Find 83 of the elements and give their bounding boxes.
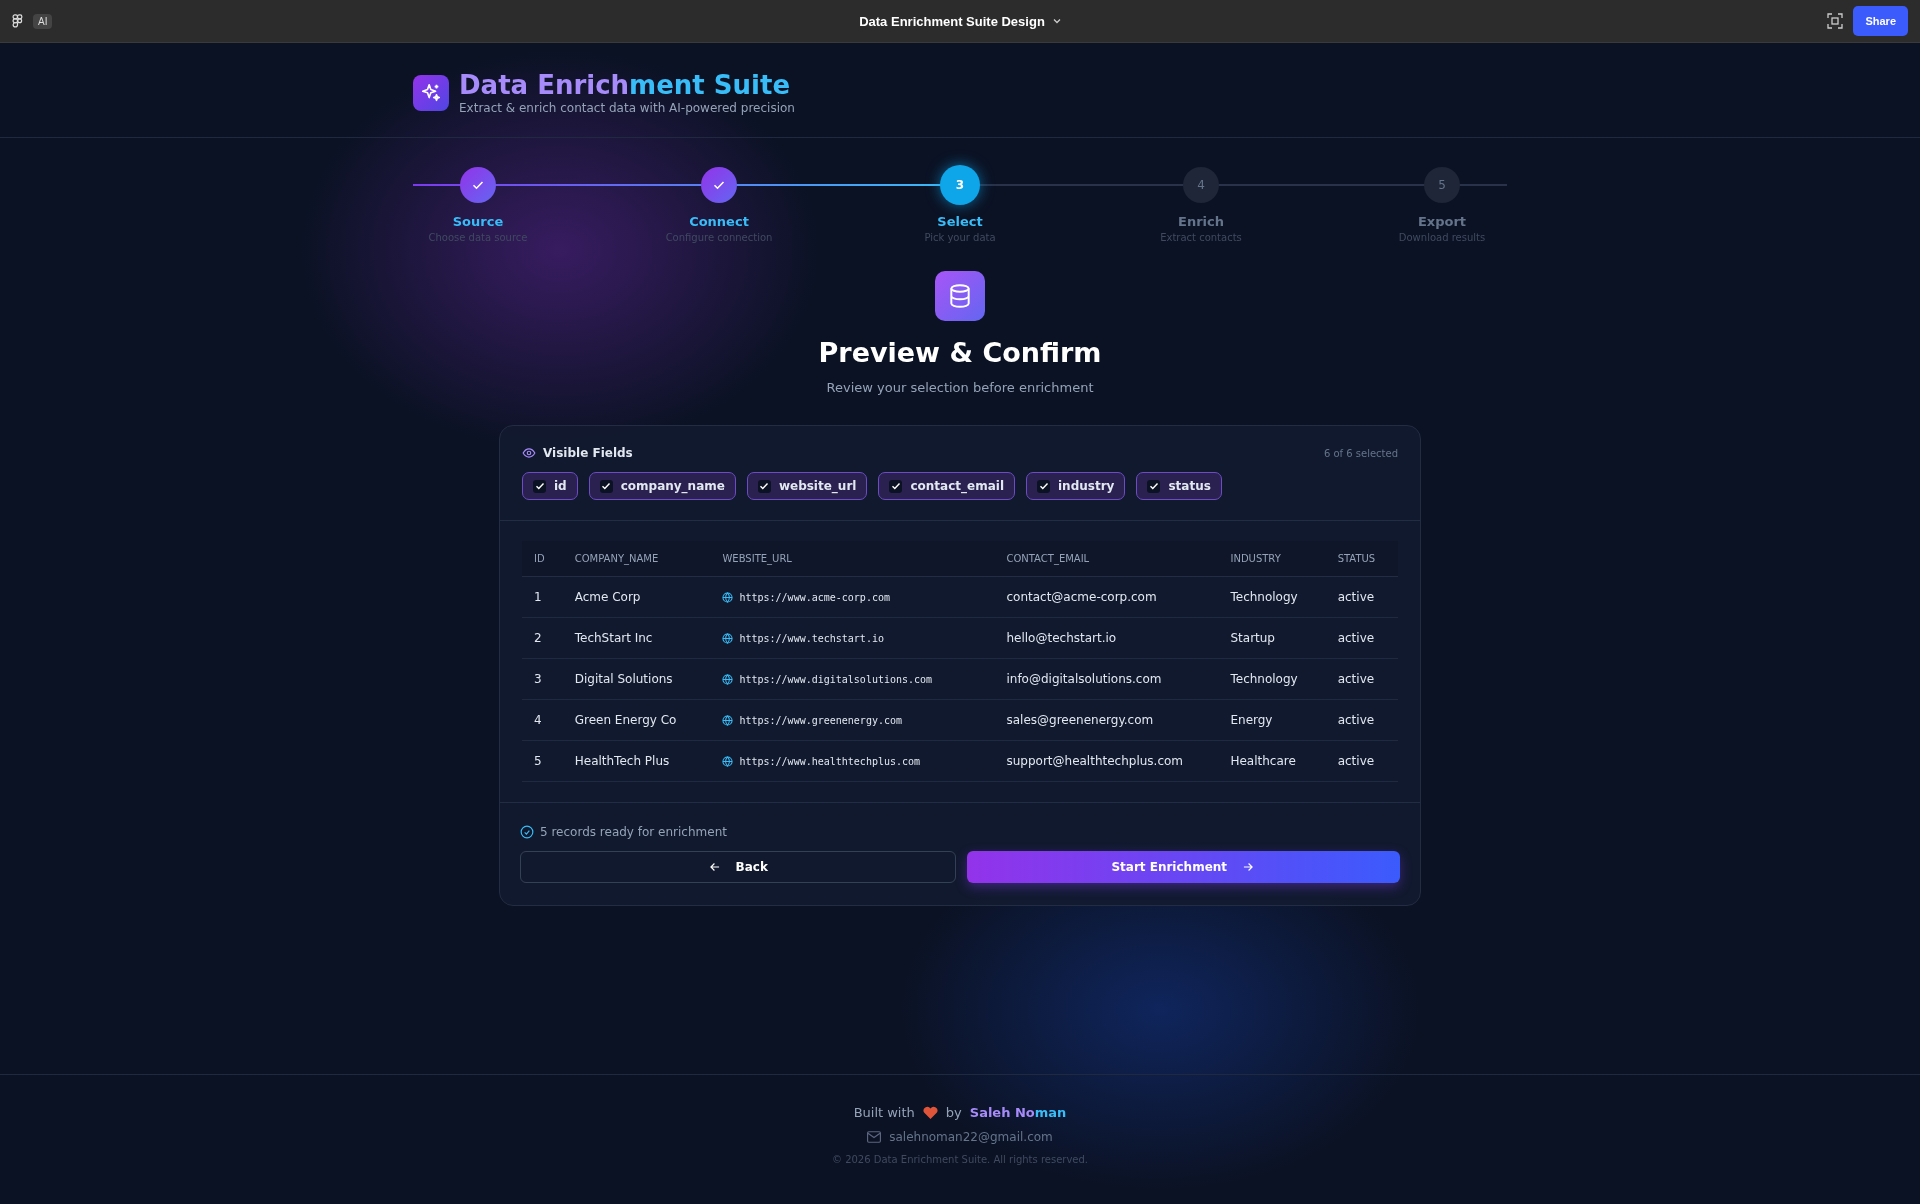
table-cell: HealthTech Plus	[574, 754, 670, 768]
table-cell: active	[1337, 754, 1375, 768]
table-cell: Technology	[1230, 672, 1298, 686]
table-cell: Technology	[1230, 590, 1298, 604]
mail-icon	[867, 1131, 882, 1143]
step-label: Select	[937, 214, 983, 229]
database-icon	[935, 271, 985, 321]
table-cell: https://www.acme-corp.com	[739, 591, 890, 603]
ai-badge[interactable]: AI	[33, 13, 53, 29]
table-cell: contact@acme-corp.com	[1006, 590, 1157, 604]
file-title-menu[interactable]: Data Enrichment Suite Design	[853, 12, 1067, 30]
table-cell: Energy	[1230, 713, 1273, 727]
scan-icon[interactable]	[1827, 13, 1844, 29]
table-cell: sales@greenenergy.com	[1006, 713, 1154, 727]
table-cell: 4	[534, 713, 542, 727]
column-header: STATUS	[1325, 541, 1398, 577]
status-message: 5 records ready for enrichment	[540, 825, 727, 839]
back-button[interactable]: Back	[520, 851, 956, 883]
globe-icon	[722, 714, 734, 726]
table-cell: info@digitalsolutions.com	[1006, 672, 1162, 686]
table-cell: Healthcare	[1230, 754, 1296, 768]
page-subheading: Review your selection before enrichment	[826, 380, 1094, 395]
heart-icon	[922, 1106, 938, 1119]
step-indicator[interactable]	[460, 167, 496, 203]
table-cell: 2	[534, 631, 542, 645]
step-label: Export	[1417, 214, 1467, 229]
step-indicator[interactable]	[701, 167, 737, 203]
table-cell: active	[1337, 713, 1375, 727]
credit-text: Built with	[853, 1105, 915, 1120]
table-cell: Digital Solutions	[574, 672, 673, 686]
step-description: Download results	[1398, 232, 1486, 243]
section-title: Visible Fields	[543, 446, 633, 460]
check-circle-icon	[520, 825, 534, 839]
table-cell: 3	[534, 672, 542, 686]
globe-icon	[722, 673, 734, 685]
figma-logo-icon[interactable]	[12, 14, 23, 28]
table-cell: https://www.healthtechplus.com	[739, 755, 921, 767]
globe-icon	[722, 632, 734, 644]
field-toggle[interactable]: website_url	[746, 472, 868, 500]
table-cell: 5	[534, 754, 542, 768]
sparkles-logo-icon	[413, 74, 449, 111]
table-cell: active	[1337, 672, 1375, 686]
table-cell: https://www.greenenergy.com	[739, 714, 902, 726]
author-link[interactable]: Saleh Noman	[969, 1105, 1067, 1120]
table-cell: TechStart Inc	[574, 631, 653, 645]
share-button[interactable]: Share	[1853, 6, 1908, 36]
globe-icon	[722, 755, 734, 767]
table-cell: Green Energy Co	[574, 713, 677, 727]
field-toggle[interactable]: company_name	[588, 472, 736, 500]
copyright-text: © 2026 Data Enrichment Suite. All rights reserved.	[831, 1154, 1088, 1165]
field-toggle[interactable]: status	[1136, 472, 1222, 500]
column-header: ID	[522, 541, 563, 577]
step-label: Connect	[689, 214, 749, 229]
start-enrichment-button[interactable]: Start Enrichment	[966, 851, 1400, 883]
selection-count: 6 of 6 selected	[1323, 447, 1398, 459]
table-cell: support@healthtechplus.com	[1006, 754, 1184, 768]
step-description: Extract contacts	[1160, 232, 1242, 243]
eye-icon	[522, 446, 536, 460]
table-cell: https://www.techstart.io	[739, 632, 884, 644]
credit-text: by	[945, 1105, 962, 1120]
table-cell: Acme Corp	[574, 590, 641, 604]
field-toggle[interactable]: id	[522, 472, 578, 500]
chevron-down-icon	[1052, 18, 1061, 24]
table-cell: hello@techstart.io	[1006, 631, 1117, 645]
table-cell: https://www.digitalsolutions.com	[739, 673, 933, 685]
table-cell: active	[1337, 590, 1375, 604]
arrow-left-icon	[707, 860, 722, 874]
column-header: COMPANY_NAME	[562, 541, 711, 577]
app-subtitle: Extract & enrich contact data with AI-powered precision	[459, 100, 795, 115]
email-link[interactable]: salehnoman22@gmail.com	[889, 1130, 1053, 1144]
step-label: Source	[452, 214, 504, 229]
column-header: WEBSITE_URL	[710, 541, 995, 577]
table-cell: active	[1337, 631, 1375, 645]
step-label: Enrich	[1178, 214, 1224, 229]
field-toggle[interactable]: contact_email	[878, 472, 1015, 500]
page-heading: Preview & Confirm	[818, 337, 1102, 368]
globe-icon	[722, 591, 734, 603]
table-cell: 1	[534, 590, 542, 604]
field-toggle[interactable]: industry	[1026, 472, 1126, 500]
column-header: CONTACT_EMAIL	[994, 541, 1219, 577]
table-cell: Startup	[1230, 631, 1275, 645]
column-header: INDUSTRY	[1218, 541, 1326, 577]
app-title: Data Enrichment Suite	[459, 71, 792, 100]
